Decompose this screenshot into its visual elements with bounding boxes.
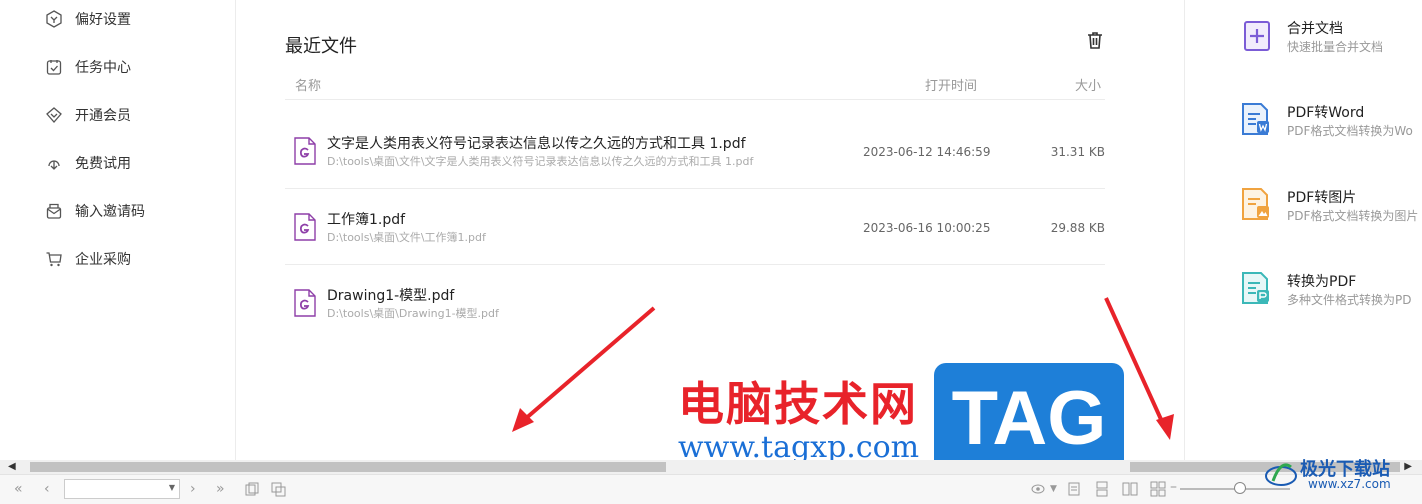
sidebar-item-invite-code[interactable]: 输入邀请码 bbox=[44, 197, 145, 225]
enterprise-cart-icon bbox=[44, 249, 64, 269]
column-header: 名称 打开时间 大小 bbox=[285, 70, 1105, 100]
file-path: D:\tools\桌面\Drawing1-模型.pdf bbox=[327, 307, 499, 320]
sidebar: 偏好设置 任务中心 开通会员 免费试用 输入邀请码 企业采购 bbox=[0, 0, 236, 460]
pdf-to-image-icon bbox=[1242, 188, 1269, 220]
sidebar-item-free-trial[interactable]: 免费试用 bbox=[44, 149, 131, 177]
pdf-file-icon bbox=[294, 289, 316, 317]
tool-convert-to-pdf[interactable]: 转换为PDF 多种文件格式转换为PD bbox=[1239, 271, 1422, 311]
tool-description: PDF格式文档转换为图片 bbox=[1287, 209, 1419, 223]
horizontal-scrollbar[interactable]: ◀ ▶ bbox=[0, 460, 1422, 474]
tool-description: 多种文件格式转换为PD bbox=[1287, 293, 1412, 307]
site-logo-icon bbox=[1265, 463, 1297, 486]
file-path: D:\tools\桌面\文件\文字是人类用表义符号记录表达信息以传之久远的方式和… bbox=[327, 155, 754, 168]
sidebar-item-label: 免费试用 bbox=[75, 156, 131, 172]
sidebar-item-membership[interactable]: 开通会员 bbox=[44, 101, 131, 129]
tool-description: 快速批量合并文档 bbox=[1287, 40, 1384, 54]
two-page-view-icon[interactable] bbox=[1122, 481, 1138, 497]
first-page-icon[interactable]: « bbox=[14, 481, 23, 497]
zoom-out-icon[interactable]: – bbox=[1170, 479, 1177, 495]
task-center-icon bbox=[44, 57, 64, 77]
tool-pdf-to-image[interactable]: PDF转图片 PDF格式文档转换为图片 bbox=[1239, 187, 1422, 227]
chevron-down-icon: ▼ bbox=[168, 483, 175, 492]
sidebar-item-label: 输入邀请码 bbox=[75, 204, 145, 220]
invite-code-icon bbox=[44, 201, 64, 221]
file-row[interactable]: 文字是人类用表义符号记录表达信息以传之久远的方式和工具 1.pdf D:\too… bbox=[285, 113, 1105, 189]
scrollbar-thumb[interactable] bbox=[30, 462, 666, 472]
bottom-toolbar: « ‹ ▼ › » ▼ – bbox=[0, 474, 1422, 504]
column-name-header[interactable]: 名称 bbox=[295, 75, 321, 94]
scroll-left-icon[interactable]: ◀ bbox=[8, 461, 16, 472]
tool-name: 合并文档 bbox=[1287, 21, 1343, 37]
rotate-page-icon[interactable] bbox=[244, 481, 260, 497]
next-page-icon[interactable]: › bbox=[190, 481, 196, 497]
file-name: 工作簿1.pdf bbox=[327, 212, 406, 228]
preferences-icon bbox=[44, 9, 64, 29]
file-size: 31.31 KB bbox=[1050, 145, 1105, 159]
file-open-time: 2023-06-12 14:46:59 bbox=[863, 145, 991, 159]
sidebar-item-label: 偏好设置 bbox=[75, 12, 131, 28]
sidebar-item-enterprise[interactable]: 企业采购 bbox=[44, 245, 131, 273]
file-path: D:\tools\桌面\文件\工作簿1.pdf bbox=[327, 231, 486, 244]
pdf-file-icon bbox=[294, 213, 316, 241]
sidebar-item-label: 任务中心 bbox=[75, 60, 131, 76]
tool-name: PDF转Word bbox=[1287, 105, 1365, 121]
single-page-view-icon[interactable] bbox=[1066, 481, 1082, 497]
convert-to-pdf-icon bbox=[1242, 272, 1269, 304]
sidebar-item-label: 开通会员 bbox=[75, 108, 131, 124]
watermark-cn: 电脑技术网 bbox=[678, 377, 918, 431]
prev-page-icon[interactable]: ‹ bbox=[44, 481, 50, 497]
watermark-tag-logo: TAG bbox=[934, 363, 1124, 473]
pdf-to-word-icon bbox=[1242, 103, 1269, 135]
column-time-header[interactable]: 打开时间 bbox=[925, 75, 977, 94]
page-number-select[interactable]: ▼ bbox=[64, 479, 180, 499]
page-title: 最近文件 bbox=[285, 36, 357, 57]
free-trial-icon bbox=[44, 153, 64, 173]
continuous-view-icon[interactable] bbox=[1094, 481, 1110, 497]
grid-view-icon[interactable] bbox=[1150, 481, 1166, 497]
pdf-file-icon bbox=[294, 137, 316, 165]
last-page-icon[interactable]: » bbox=[216, 481, 225, 497]
tool-name: PDF转图片 bbox=[1287, 190, 1357, 206]
file-row[interactable]: Drawing1-模型.pdf D:\tools\桌面\Drawing1-模型.… bbox=[285, 265, 1105, 341]
column-size-header[interactable]: 大小 bbox=[1075, 75, 1101, 94]
duplicate-page-icon[interactable] bbox=[270, 481, 286, 497]
file-name: 文字是人类用表义符号记录表达信息以传之久远的方式和工具 1.pdf bbox=[327, 136, 746, 152]
membership-icon bbox=[44, 105, 64, 125]
sidebar-item-preferences[interactable]: 偏好设置 bbox=[44, 5, 131, 33]
quick-tools-panel: 合并文档 快速批量合并文档 PDF转Word PDF格式文档转换为Wo PDF转… bbox=[1184, 0, 1422, 460]
trash-icon bbox=[1088, 32, 1102, 49]
eye-view-icon[interactable] bbox=[1030, 481, 1046, 497]
logo-url: www.xz7.com bbox=[1308, 477, 1391, 491]
file-size: 29.88 KB bbox=[1050, 221, 1105, 235]
sidebar-item-task-center[interactable]: 任务中心 bbox=[44, 53, 131, 81]
merge-documents-icon bbox=[1244, 21, 1270, 51]
sidebar-item-label: 企业采购 bbox=[75, 252, 131, 268]
file-row[interactable]: 工作簿1.pdf D:\tools\桌面\文件\工作簿1.pdf 2023-06… bbox=[285, 189, 1105, 265]
tool-name: 转换为PDF bbox=[1287, 274, 1357, 290]
eye-view-dropdown-icon[interactable]: ▼ bbox=[1050, 484, 1057, 494]
tool-merge-documents[interactable]: 合并文档 快速批量合并文档 bbox=[1239, 18, 1422, 58]
site-logo-watermark: 极光下载站 www.xz7.com bbox=[1264, 455, 1414, 495]
tool-pdf-to-word[interactable]: PDF转Word PDF格式文档转换为Wo bbox=[1239, 102, 1422, 142]
zoom-slider-handle[interactable] bbox=[1234, 482, 1246, 494]
file-open-time: 2023-06-16 10:00:25 bbox=[863, 221, 991, 235]
tool-description: PDF格式文档转换为Wo bbox=[1287, 124, 1413, 138]
clear-recent-button[interactable] bbox=[1085, 30, 1107, 52]
file-name: Drawing1-模型.pdf bbox=[327, 288, 455, 304]
